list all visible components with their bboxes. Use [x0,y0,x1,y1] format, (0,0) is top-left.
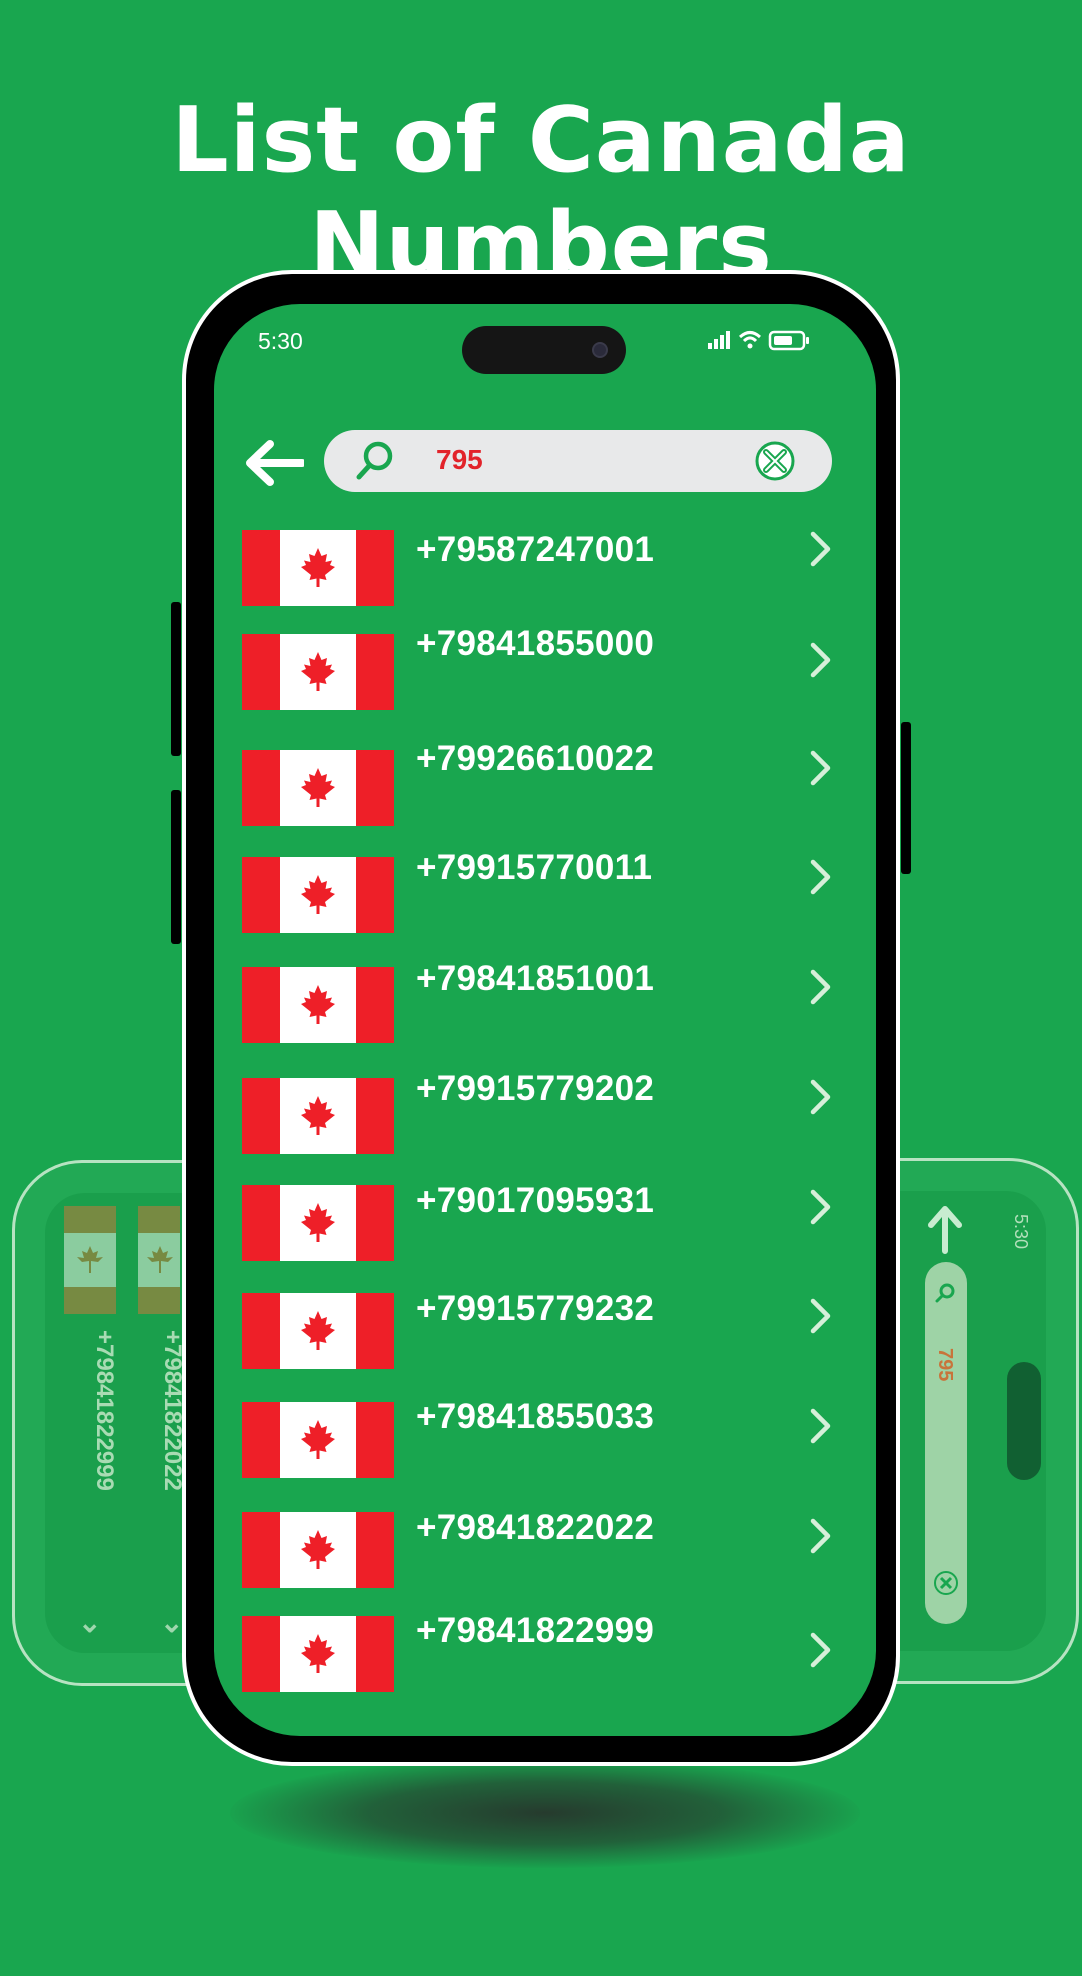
ghost-number: +79841822999 [91,1330,118,1491]
canada-flag-icon [242,1078,394,1154]
phone-number: +79915779232 [416,1289,655,1328]
canada-flag-icon [242,1402,394,1478]
ghost-chevron-down-icon: ⌄ [160,1607,184,1638]
maple-leaf-icon [301,875,335,914]
chevron-right-icon[interactable] [808,1187,834,1227]
search-icon [356,441,393,480]
clear-icon[interactable] [754,440,796,482]
chevron-right-icon[interactable] [808,1516,834,1556]
canada-flag-icon [242,1616,394,1692]
chevron-right-icon[interactable] [808,640,834,680]
maple-leaf-icon [301,1530,335,1569]
canada-flag-icon [242,530,394,606]
ghost-search-bar: 795 [925,1262,967,1624]
ghost-back-arrow-icon [928,1206,962,1254]
chevron-right-icon[interactable] [808,967,834,1007]
maple-leaf-icon [301,652,335,691]
phone-number: +79841822022 [416,1508,655,1547]
maple-leaf-icon [301,768,335,807]
ghost-search-query: 795 [934,1348,956,1382]
maple-leaf-icon [301,1420,335,1459]
phone-shadow [230,1758,860,1868]
maple-leaf-icon [301,548,335,587]
canada-flag-icon [242,1293,394,1369]
chevron-right-icon[interactable] [808,1077,834,1117]
phone-number: +79841851001 [416,959,655,998]
phone-number: +79841855000 [416,624,655,663]
ghost-flag [138,1206,180,1314]
phone-number: +79017095931 [416,1181,655,1220]
chevron-right-icon[interactable] [808,1406,834,1446]
search-input[interactable]: 795 [436,444,483,476]
canada-flag-icon [242,857,394,933]
phone-screen: 5:30 795 +79587247001 +79841855000 +7992… [214,304,876,1736]
ghost-clear-icon [934,1571,958,1595]
number-row[interactable]: +79841822999 [214,304,876,1692]
maple-leaf-icon [301,1096,335,1135]
back-arrow-icon[interactable] [244,438,304,488]
phone-volume-up-button [171,602,181,756]
canada-flag-icon [242,634,394,710]
phone-number: +79841822999 [416,1611,655,1650]
ghost-chevron-down-icon: ⌄ [78,1607,102,1638]
maple-leaf-icon [301,1634,335,1673]
phone-number: +79587247001 [416,530,655,569]
phone-number: +79915779202 [416,1069,655,1108]
canada-flag-icon [242,1185,394,1261]
maple-leaf-icon [301,1203,335,1242]
chevron-right-icon[interactable] [808,1630,834,1670]
maple-leaf-icon [301,985,335,1024]
chevron-right-icon[interactable] [808,1296,834,1336]
ghost-search-icon [935,1283,955,1303]
phone-number: +79926610022 [416,739,655,778]
maple-leaf-icon [301,1311,335,1350]
phone-volume-down-button [171,790,181,944]
phone-number: +79841855033 [416,1397,655,1436]
chevron-right-icon[interactable] [808,857,834,897]
canada-flag-icon [242,750,394,826]
ghost-status-time: 5:30 [1011,1214,1031,1250]
ghost-dynamic-island [1007,1362,1041,1480]
phone-number: +79915770011 [416,848,653,887]
phone-power-button [901,722,911,874]
ghost-flag [64,1206,116,1314]
canada-flag-icon [242,967,394,1043]
canada-flag-icon [242,1512,394,1588]
chevron-right-icon[interactable] [808,529,834,569]
chevron-right-icon[interactable] [808,748,834,788]
page-headline: List of Canada Numbers [171,88,911,298]
search-bar[interactable]: 795 [324,430,832,492]
